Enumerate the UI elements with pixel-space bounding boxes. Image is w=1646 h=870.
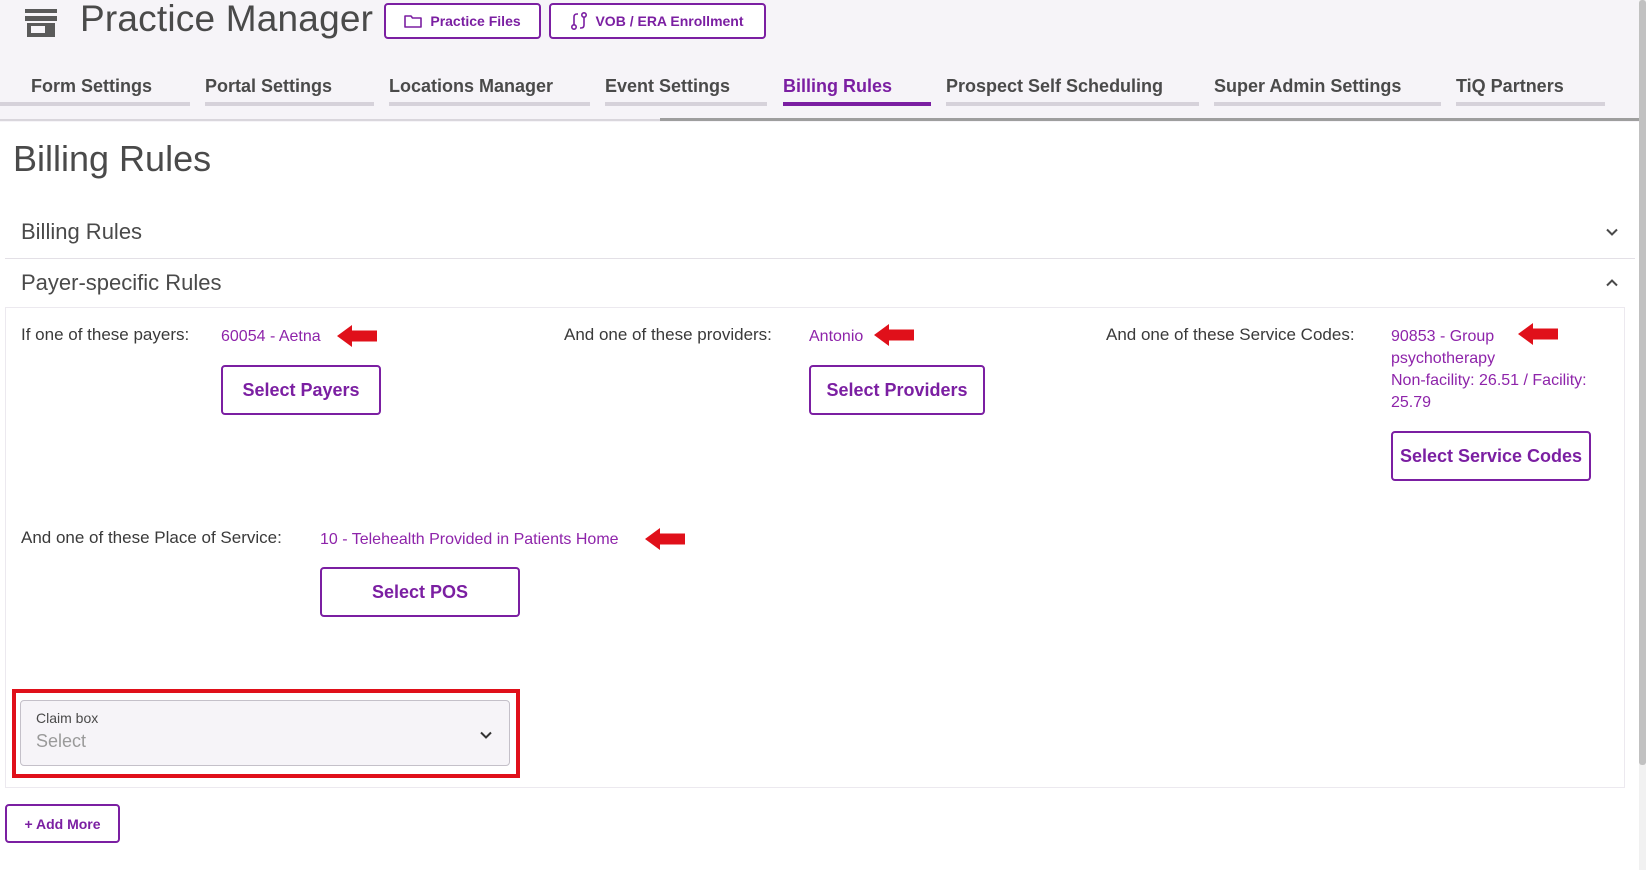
add-more-button[interactable]: + Add More [5, 804, 120, 843]
service-code-description: psychotherapy [1391, 350, 1496, 367]
red-arrow-annotation-icon [1518, 323, 1558, 345]
billing-rules-accordion-title: Billing Rules [21, 219, 143, 244]
service-code-name: 90853 - Group [1391, 328, 1495, 345]
red-arrow-annotation-icon [337, 325, 377, 347]
scrollbar-thumb[interactable] [1639, 0, 1646, 765]
select-providers-button[interactable]: Select Providers [809, 365, 985, 415]
tab-form-settings[interactable]: Form Settings [0, 70, 190, 106]
tab-locations-manager[interactable]: Locations Manager [389, 70, 590, 106]
app-title: Practice Manager [80, 0, 374, 39]
selected-pos[interactable]: 10 - Telehealth Provided in Patients Hom… [320, 529, 619, 551]
select-service-codes-button[interactable]: Select Service Codes [1391, 431, 1591, 481]
tab-super-admin-settings[interactable]: Super Admin Settings [1214, 70, 1441, 106]
payer-specific-rules-accordion[interactable]: Payer-specific Rules [5, 258, 1635, 308]
app-header: Practice Manager Practice Files VOB / ER… [0, 0, 1646, 122]
claim-box-select[interactable]: Claim box Select [20, 700, 510, 766]
providers-label: And one of these providers: [564, 325, 772, 344]
service-code-rates-continued: 25.79 [1391, 394, 1432, 411]
chevron-up-icon [1606, 279, 1618, 287]
tab-billing-rules[interactable]: Billing Rules [783, 70, 931, 106]
payers-label: If one of these payers: [21, 325, 190, 344]
practice-files-button[interactable]: Practice Files [384, 3, 541, 39]
page-scrollbar[interactable] [1639, 0, 1646, 870]
tab-tiq-partners[interactable]: TiQ Partners [1456, 70, 1605, 106]
pos-label: And one of these Place of Service: [21, 528, 282, 547]
select-payers-button[interactable]: Select Payers [221, 365, 381, 415]
folder-icon [404, 15, 423, 28]
tab-prospect-self-scheduling[interactable]: Prospect Self Scheduling [946, 70, 1199, 106]
vob-era-enrollment-label: VOB / ERA Enrollment [595, 13, 744, 29]
tab-portal-settings[interactable]: Portal Settings [205, 70, 374, 106]
billing-rules-accordion[interactable]: Billing Rules [5, 207, 1635, 257]
selected-payer[interactable]: 60054 - Aetna [221, 326, 321, 348]
select-pos-button[interactable]: Select POS [320, 567, 520, 617]
red-arrow-annotation-icon [645, 528, 685, 550]
store-icon [25, 9, 57, 37]
selected-provider[interactable]: Antonio [809, 326, 863, 348]
payer-specific-rules-accordion-title: Payer-specific Rules [21, 270, 222, 295]
tabs-scroll-indicator [660, 118, 1646, 121]
route-icon [571, 12, 588, 30]
claim-box-label: Claim box [36, 710, 99, 726]
vob-era-enrollment-button[interactable]: VOB / ERA Enrollment [549, 3, 766, 39]
settings-tabs: Form Settings Portal Settings Locations … [0, 70, 1646, 106]
red-arrow-annotation-icon [874, 324, 914, 346]
selected-service-code[interactable]: 90853 - Group psychotherapy Non-facility… [1391, 326, 1611, 414]
tab-event-settings[interactable]: Event Settings [605, 70, 767, 106]
chevron-down-icon [1606, 228, 1618, 236]
practice-files-label: Practice Files [430, 13, 521, 29]
service-code-rates: Non-facility: 26.51 / Facility: [1391, 372, 1587, 389]
claim-box-value: Select [36, 731, 87, 751]
chevron-down-icon [480, 731, 492, 739]
page-title: Billing Rules [13, 138, 212, 179]
service-codes-label: And one of these Service Codes: [1106, 325, 1355, 344]
